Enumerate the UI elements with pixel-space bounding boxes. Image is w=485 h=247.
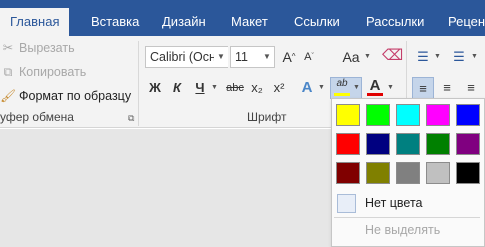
font-color-label: A [369, 77, 381, 94]
numbering-dropdown-icon[interactable]: ▼ [471, 53, 478, 60]
no-color-swatch [337, 194, 356, 213]
tab-mailings-label: Рассылки [366, 14, 425, 29]
stop-highlighting-item[interactable]: Не выделять [365, 223, 440, 237]
menu-divider [334, 217, 480, 218]
highlight-swatch[interactable] [366, 162, 390, 184]
highlighter-icon: ab [333, 76, 351, 94]
format-painter-button[interactable]: 🖌 Формат по образцу [0, 86, 131, 106]
copy-icon: ⧉ [3, 65, 13, 79]
tab-design-label: Дизайн [162, 14, 206, 29]
tab-home[interactable]: Главная [0, 8, 70, 36]
tab-layout-label: Макет [231, 14, 268, 29]
no-color-label: Нет цвета [365, 196, 423, 210]
cut-label: Вырезать [19, 41, 75, 55]
copy-button[interactable]: ⧉ Копировать [0, 62, 87, 82]
strikethrough-button[interactable]: abc [224, 77, 246, 99]
font-name-dropdown-icon[interactable]: ▼ [214, 47, 228, 67]
clipboard-group-label: уфер обмена [0, 110, 74, 124]
highlight-current-color [334, 93, 350, 96]
text-effects-button[interactable]: A [299, 77, 315, 99]
align-left-icon: ≡ [419, 81, 427, 96]
eraser-icon: ⌫ [382, 47, 404, 64]
bullets-dropdown-icon[interactable]: ▼ [434, 53, 441, 60]
cut-button[interactable]: ✂ Вырезать [0, 38, 75, 58]
bullets-icon[interactable]: ☰ [414, 46, 432, 68]
highlight-swatch[interactable] [336, 104, 360, 126]
font-size-dropdown-icon[interactable]: ▼ [260, 47, 274, 67]
highlight-swatch[interactable] [426, 133, 450, 155]
highlight-swatch[interactable] [336, 162, 360, 184]
tab-insert-label: Вставка [91, 14, 140, 29]
highlight-swatch[interactable] [396, 133, 420, 155]
tab-review[interactable]: Реценз [448, 8, 485, 36]
tab-home-label: Главная [10, 14, 60, 29]
highlight-dropdown-icon[interactable]: ▼ [353, 84, 360, 91]
superscript-button[interactable]: x² [270, 77, 288, 99]
shrink-font-button[interactable]: Aˇ [301, 46, 317, 68]
subscript-button[interactable]: x₂ [248, 77, 266, 99]
align-right-button[interactable]: ≡ [460, 77, 482, 99]
scissors-icon: ✂ [2, 41, 14, 55]
font-group-label: Шрифт [247, 110, 287, 124]
strikethrough-label: abc [226, 82, 244, 94]
highlight-swatch[interactable] [396, 104, 420, 126]
italic-button[interactable]: К [170, 77, 184, 99]
underline-button[interactable]: Ч [193, 77, 207, 99]
font-size-value: 11 [235, 50, 248, 64]
format-painter-label: Формат по образцу [19, 89, 132, 103]
align-right-icon: ≡ [467, 80, 475, 95]
highlight-swatch[interactable] [426, 162, 450, 184]
highlight-swatch[interactable] [426, 104, 450, 126]
tab-layout[interactable]: Макет [231, 8, 268, 36]
underline-dropdown-icon[interactable]: ▼ [211, 84, 218, 91]
tab-mailings[interactable]: Рассылки [366, 8, 424, 36]
copy-label: Копировать [19, 65, 87, 79]
highlight-swatch[interactable] [396, 162, 420, 184]
tab-insert[interactable]: Вставка [91, 8, 139, 36]
font-color-dropdown-icon[interactable]: ▼ [387, 84, 394, 91]
tab-review-label: Реценз [448, 14, 485, 29]
highlight-swatch[interactable] [456, 104, 480, 126]
change-case-button[interactable]: Aa [340, 46, 362, 68]
clear-formatting-button[interactable]: ⌫ [382, 45, 404, 67]
tab-design[interactable]: Дизайн [162, 8, 206, 36]
highlight-swatch[interactable] [456, 133, 480, 155]
highlight-swatch[interactable] [366, 104, 390, 126]
font-name-value: Calibri (Осно [150, 50, 223, 64]
text-effects-label: A [301, 79, 313, 96]
align-left-button[interactable]: ≡ [412, 77, 434, 99]
numbering-icon[interactable]: ☰ [450, 46, 468, 68]
group-separator [138, 41, 139, 126]
bold-label: Ж [149, 80, 161, 95]
change-case-dropdown-icon[interactable]: ▼ [364, 53, 371, 60]
highlight-swatch[interactable] [366, 133, 390, 155]
align-center-button[interactable]: ≡ [436, 77, 458, 99]
clipboard-launcher-icon[interactable]: ⧉ [128, 113, 134, 124]
change-case-label: Aa [342, 49, 360, 65]
grow-font-button[interactable]: A^ [280, 46, 298, 68]
italic-label: К [173, 80, 181, 95]
tab-references-label: Ссылки [294, 14, 340, 29]
text-effects-dropdown-icon[interactable]: ▼ [318, 84, 325, 91]
highlight-swatch[interactable] [456, 162, 480, 184]
subscript-label: x₂ [251, 80, 263, 95]
paintbrush-icon: 🖌 [0, 89, 16, 103]
underline-label: Ч [195, 80, 205, 95]
superscript-label: x² [273, 80, 285, 95]
highlight-label: ab [336, 78, 348, 89]
font-color-current [367, 93, 383, 96]
align-center-icon: ≡ [443, 80, 451, 95]
tab-references[interactable]: Ссылки [294, 8, 340, 36]
bold-button[interactable]: Ж [147, 77, 163, 99]
highlight-swatch[interactable] [336, 133, 360, 155]
